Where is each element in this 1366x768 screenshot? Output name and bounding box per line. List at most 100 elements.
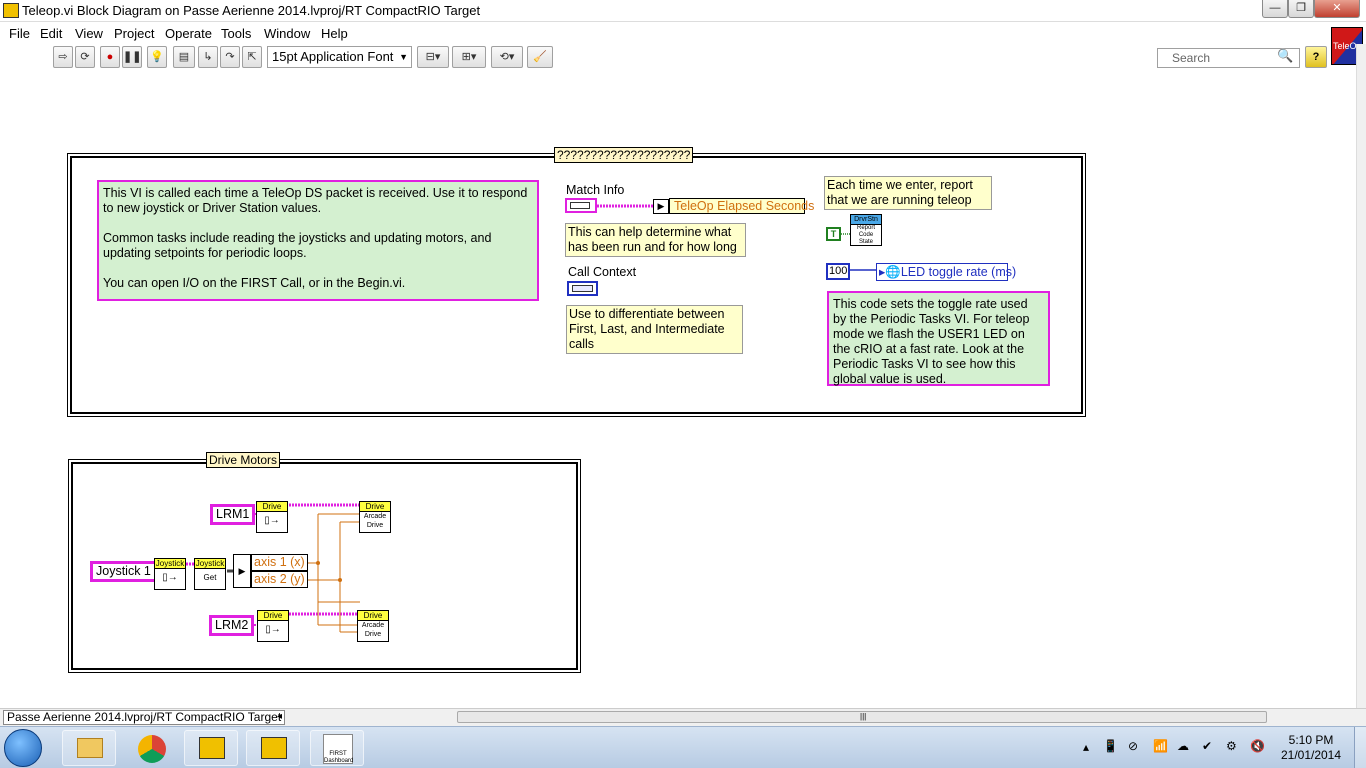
restore-button[interactable]: ❐ (1288, 0, 1314, 18)
project-path: Passe Aerienne 2014.lvproj/RT CompactRIO… (3, 710, 286, 725)
clock-time: 5:10 PM (1288, 733, 1334, 747)
chrome-icon (138, 735, 166, 763)
step-over-icon[interactable]: ↷ (220, 46, 240, 68)
folder-icon (77, 738, 103, 758)
tray-icon-2[interactable]: ⊘ (1128, 739, 1138, 753)
font-select-value: 15pt Application Font (272, 49, 394, 64)
joystick-get[interactable]: Joystick Get (194, 558, 226, 590)
drive-refnum-1[interactable]: Drive ▯→ (256, 501, 288, 533)
menu-project[interactable]: Project (114, 26, 154, 41)
menu-help[interactable]: Help (321, 26, 348, 41)
first-dashboard-label: FIRST Dashboard (324, 751, 354, 764)
comment-led: This code sets the toggle rate used by t… (827, 291, 1050, 386)
comment-main-p2: Common tasks include reading the joystic… (103, 231, 492, 260)
tray-volume-icon[interactable]: 🔇 (1250, 739, 1265, 753)
get-label: Get (203, 573, 217, 582)
project-path-text: Passe Aerienne 2014.lvproj/RT CompactRIO… (7, 710, 282, 724)
drive-hdr-1: Drive (257, 502, 287, 512)
show-desktop-button[interactable] (1354, 727, 1366, 768)
menu-tools[interactable]: Tools (221, 26, 251, 41)
help-button[interactable]: ? (1305, 46, 1327, 68)
horizontal-scrollbar[interactable]: ||| (457, 711, 1267, 723)
arcade-drive-1[interactable]: Drive Arcade Drive (359, 501, 391, 533)
match-info-terminal[interactable] (565, 198, 597, 213)
menu-edit[interactable]: Edit (40, 26, 62, 41)
menu-file[interactable]: File (9, 26, 30, 41)
search-placeholder: Search (1172, 51, 1211, 65)
true-constant[interactable]: T (826, 227, 841, 241)
start-button[interactable] (4, 729, 42, 767)
global-variable-icon: ▸🌐 (879, 265, 901, 279)
tray-icon-5[interactable]: ✔ (1202, 739, 1212, 753)
scroll-grip-icon: ||| (860, 712, 867, 721)
lrm2-control[interactable]: LRM2 (209, 615, 255, 636)
main-frame-label: ???????????????????? (554, 147, 694, 163)
taskbar-explorer[interactable] (62, 730, 116, 766)
call-context-label: Call Context (568, 265, 637, 279)
call-context-terminal[interactable] (567, 281, 598, 296)
pause-icon[interactable]: ❚❚ (122, 46, 142, 68)
arcade-label-2: Arcade Drive (361, 622, 385, 638)
taskbar-labview-2[interactable] (246, 730, 300, 766)
drive-refnum-2[interactable]: Drive ▯→ (257, 610, 289, 642)
font-select[interactable]: 15pt Application Font ▼ (267, 46, 412, 68)
comment-main: This VI is called each time a TeleOp DS … (97, 180, 539, 301)
menu-window[interactable]: Window (264, 26, 310, 41)
arcade-label-1: Arcade Drive (363, 513, 387, 529)
joystick-hdr-2: Joystick (195, 559, 225, 569)
taskbar-first-dashboard[interactable]: FIRST Dashboard (310, 730, 364, 766)
lrm1-control[interactable]: LRM1 (210, 504, 256, 525)
first-dashboard-icon: FIRST Dashboard (323, 734, 353, 764)
reorder-icon[interactable]: ⟲▾ (491, 46, 523, 68)
menu-operate[interactable]: Operate (165, 26, 212, 41)
tray-icon-4[interactable]: ☁ (1177, 739, 1189, 753)
led-rate-constant[interactable]: 100 (826, 263, 850, 280)
block-diagram[interactable]: ???????????????????? This VI is called e… (0, 72, 1356, 708)
clean-up-diagram-icon[interactable]: 🧹 (527, 46, 553, 68)
vertical-scrollbar[interactable] (1356, 44, 1366, 708)
distribute-objects-icon[interactable]: ⊞▾ (452, 46, 486, 68)
unbundle-by-name[interactable]: ▶ (233, 554, 251, 588)
retain-wire-values-icon[interactable]: ▤ (173, 46, 195, 68)
clock[interactable]: 5:10 PM 21/01/2014 (1274, 733, 1348, 763)
match-info-label: Match Info (566, 183, 625, 197)
abort-icon[interactable]: ● (100, 46, 120, 68)
joystick-refnum[interactable]: Joystick ▯→ (154, 558, 186, 590)
window-title: Teleop.vi Block Diagram on Passe Aerienn… (22, 3, 481, 18)
step-into-icon[interactable]: ↳ (198, 46, 218, 68)
joystick1-control[interactable]: Joystick 1 (90, 561, 157, 582)
highlight-execution-icon[interactable]: 💡 (147, 46, 167, 68)
clock-date: 21/01/2014 (1280, 748, 1342, 762)
arcade-drive-2[interactable]: Drive Arcade Drive (357, 610, 389, 642)
close-button[interactable]: ✕ (1314, 0, 1360, 18)
run-continuously-icon[interactable]: ⟳ (75, 46, 95, 68)
unbundle-node[interactable]: ▶ (653, 199, 669, 214)
note-call-context: Use to differentiate between First, Last… (566, 305, 743, 354)
align-objects-icon[interactable]: ⊟▾ (417, 46, 449, 68)
menu-view[interactable]: View (75, 26, 103, 41)
drive-motors-label: Drive Motors (206, 452, 281, 468)
led-toggle-global-label: LED toggle rate (ms) (900, 265, 1017, 279)
tray-network-icon[interactable]: 📶 (1153, 739, 1168, 753)
labview-icon (199, 737, 225, 759)
led-toggle-global[interactable]: ▸🌐LED toggle rate (ms) (876, 263, 1016, 281)
axis1-label: axis 1 (x) (251, 554, 308, 571)
note-match-info: This can help determine what has been ru… (565, 223, 746, 257)
tray-show-hidden-icon[interactable]: ▴ (1083, 740, 1089, 754)
taskbar-chrome[interactable] (124, 730, 178, 766)
drive-hdr-2: Drive (360, 502, 390, 512)
refnum-icon-2: ▯→ (265, 624, 281, 635)
tray-icon-1[interactable]: 📱 (1103, 739, 1118, 753)
tray-icon-6[interactable]: ⚙ (1226, 739, 1237, 753)
run-arrow-icon[interactable]: ⇨ (53, 46, 73, 68)
teleop-elapsed-seconds: TeleOp Elapsed Seconds (669, 198, 814, 214)
search-icon[interactable]: 🔍 (1277, 48, 1293, 64)
scroll-left-icon[interactable]: ◂ (277, 711, 282, 722)
title-bar: Teleop.vi Block Diagram on Passe Aerienn… (0, 0, 1366, 22)
drvstn-header: DrvrStn (851, 215, 881, 225)
driver-station-report-vi[interactable]: DrvrStn Report Code State (850, 214, 882, 246)
taskbar-labview-1[interactable] (184, 730, 238, 766)
minimize-button[interactable]: — (1262, 0, 1288, 18)
step-out-icon[interactable]: ⇱ (242, 46, 262, 68)
match-info-wire (597, 204, 653, 208)
